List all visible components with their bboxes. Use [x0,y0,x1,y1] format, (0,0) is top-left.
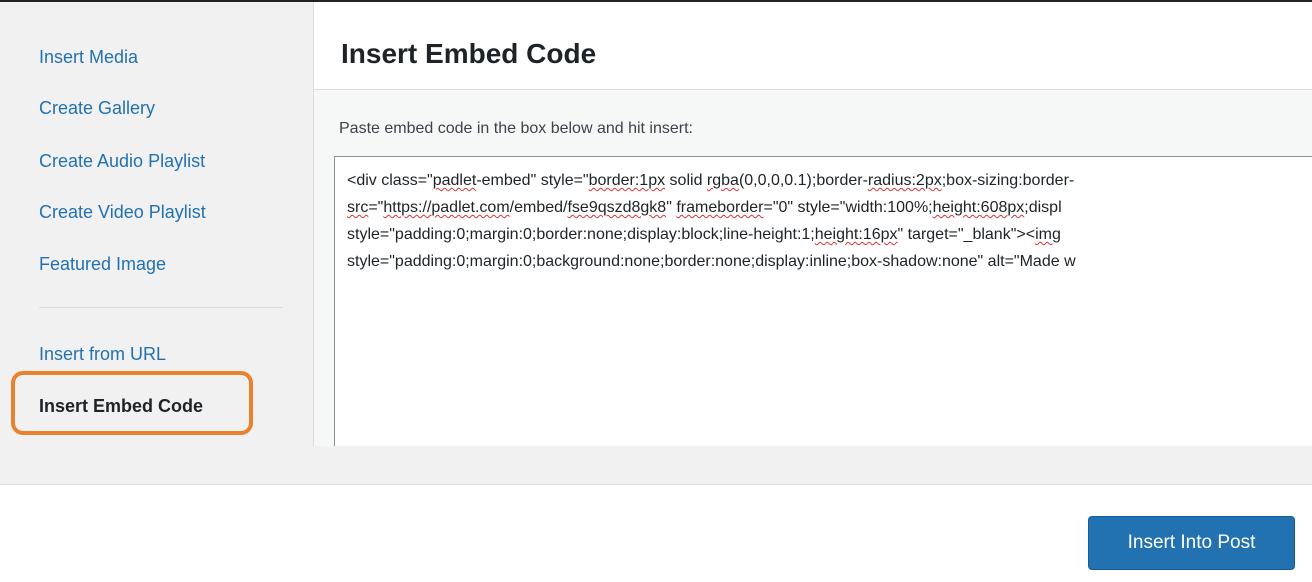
menu-item-insert-from-url[interactable]: Insert from URL [39,344,166,365]
embed-code-line-3: style="padding:0;margin:0;border:none;di… [347,226,1061,243]
modal-title-bar: Insert Embed Code [314,2,1312,90]
menu-item-create-gallery[interactable]: Create Gallery [39,98,155,119]
insert-into-post-button[interactable]: Insert Into Post [1088,516,1295,570]
modal-toolbar: Insert Into Post [0,485,1312,582]
page-title: Insert Embed Code [341,38,597,69]
embed-code-textarea[interactable]: <div class="padlet-embed" style="border:… [334,156,1312,456]
menu-item-featured-image[interactable]: Featured Image [39,254,166,275]
embed-code-line-4: style="padding:0;margin:0;background:non… [347,253,1076,270]
instructions-text: Paste embed code in the box below and hi… [339,120,693,137]
media-modal: Insert Media Create Gallery Create Audio… [0,0,1312,582]
media-router-sidebar: Insert Media Create Gallery Create Audio… [0,2,314,446]
embed-code-line-2: src="https://padlet.com/embed/fse9qszd8g… [347,199,1062,216]
menu-item-create-video-playlist[interactable]: Create Video Playlist [39,202,206,223]
menu-item-create-audio-playlist[interactable]: Create Audio Playlist [39,151,205,172]
highlight-annotation [11,371,253,435]
embed-code-line-1: <div class="padlet-embed" style="border:… [347,172,1075,189]
embed-content-panel: Paste embed code in the box below and hi… [314,90,1312,456]
menu-separator [39,307,283,308]
menu-item-insert-media[interactable]: Insert Media [39,47,138,68]
modal-divider-band [0,446,1312,485]
